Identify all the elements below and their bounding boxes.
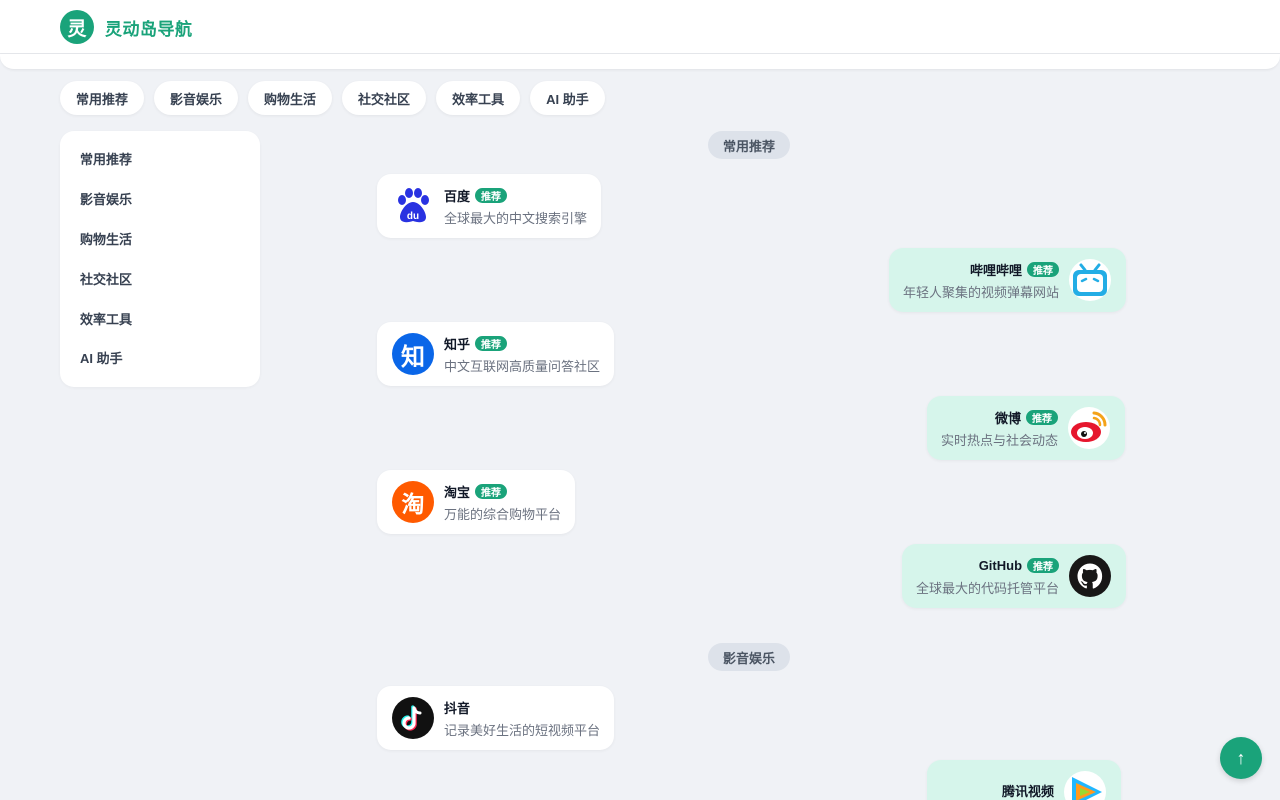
tencent-video-play-icon [1064, 771, 1106, 800]
sidebar-item-social[interactable]: 社交社区 [80, 258, 240, 298]
chip-entertainment[interactable]: 影音娱乐 [154, 81, 239, 115]
site-card-baidu[interactable]: du 百度 推荐 全球最大的中文搜索引擎 [377, 174, 602, 238]
site-card-bilibili[interactable]: 哔哩哔哩 推荐 年轻人聚集的视频弹幕网站 [889, 248, 1127, 312]
site-description: 全球最大的代码托管平台 [916, 581, 1060, 596]
section-title-entertainment: 影音娱乐 [708, 643, 791, 671]
site-name: GitHub [978, 557, 1023, 573]
sidebar-nav: 常用推荐 影音娱乐 购物生活 社交社区 效率工具 AI 助手 [60, 131, 260, 387]
taobao-icon: 淘 [392, 481, 434, 523]
recommend-badge: 推荐 [475, 483, 508, 499]
site-name: 百度 [444, 188, 471, 204]
site-name: 抖音 [444, 700, 471, 716]
chip-ai[interactable]: AI 助手 [530, 81, 605, 115]
category-chips: 常用推荐 影音娱乐 购物生活 社交社区 效率工具 AI 助手 [60, 81, 605, 115]
site-description: 中文互联网高质量问答社区 [444, 359, 601, 374]
sidebar-item-common[interactable]: 常用推荐 [80, 139, 240, 179]
site-name: 微博 [995, 410, 1022, 426]
site-description: 记录美好生活的短视频平台 [444, 723, 601, 738]
baidu-paw-icon: du [392, 185, 434, 227]
site-card-weibo[interactable]: 微博 推荐 实时热点与社会动态 [927, 396, 1126, 460]
recommend-badge: 推荐 [475, 187, 508, 203]
site-description: 年轻人聚集的视频弹幕网站 [903, 285, 1060, 300]
chip-social[interactable]: 社交社区 [342, 81, 427, 115]
bilibili-tv-icon [1069, 259, 1112, 301]
top-header: 灵 灵动岛导航 [0, 0, 1280, 54]
site-name: 哔哩哔哩 [970, 262, 1023, 278]
chip-shopping[interactable]: 购物生活 [248, 81, 333, 115]
recommend-badge: 推荐 [1027, 557, 1060, 573]
brand-logo: 灵 [60, 10, 94, 44]
search-bar-collapsed[interactable] [0, 54, 1280, 70]
site-card-github[interactable]: GitHub 推荐 全球最大的代码托管平台 [902, 544, 1127, 608]
site-card-tencent-video[interactable]: 腾讯视频 [927, 760, 1121, 800]
sidebar-item-shopping[interactable]: 购物生活 [80, 219, 240, 259]
recommend-badge: 推荐 [475, 335, 508, 351]
site-description: 万能的综合购物平台 [444, 507, 562, 522]
site-name: 腾讯视频 [1001, 784, 1054, 799]
section-title-common: 常用推荐 [708, 131, 791, 159]
site-name: 知乎 [444, 336, 471, 352]
sidebar-item-productivity[interactable]: 效率工具 [80, 298, 240, 338]
chip-common[interactable]: 常用推荐 [60, 81, 145, 115]
recommend-badge: 推荐 [1026, 409, 1059, 425]
zhihu-icon: 知 [392, 333, 434, 375]
back-to-top-button[interactable]: ↑ [1220, 737, 1262, 779]
weibo-eye-icon [1068, 407, 1111, 449]
douyin-note-icon [392, 697, 434, 739]
brand[interactable]: 灵 灵动岛导航 [60, 10, 193, 44]
chip-productivity[interactable]: 效率工具 [436, 81, 521, 115]
github-octocat-icon [1069, 555, 1112, 597]
sidebar-item-ai[interactable]: AI 助手 [80, 338, 240, 378]
site-name: 淘宝 [444, 484, 471, 500]
site-card-douyin[interactable]: 抖音 记录美好生活的短视频平台 [377, 686, 615, 750]
brand-title: 灵动岛导航 [105, 19, 193, 39]
sidebar-item-entertainment[interactable]: 影音娱乐 [80, 179, 240, 219]
site-card-zhihu[interactable]: 知 知乎 推荐 中文互联网高质量问答社区 [377, 322, 615, 386]
site-description: 实时热点与社会动态 [941, 433, 1059, 448]
site-card-taobao[interactable]: 淘 淘宝 推荐 万能的综合购物平台 [377, 470, 576, 534]
recommend-badge: 推荐 [1027, 261, 1060, 277]
site-description: 全球最大的中文搜索引擎 [444, 211, 588, 226]
svg-text:du: du [407, 211, 419, 222]
